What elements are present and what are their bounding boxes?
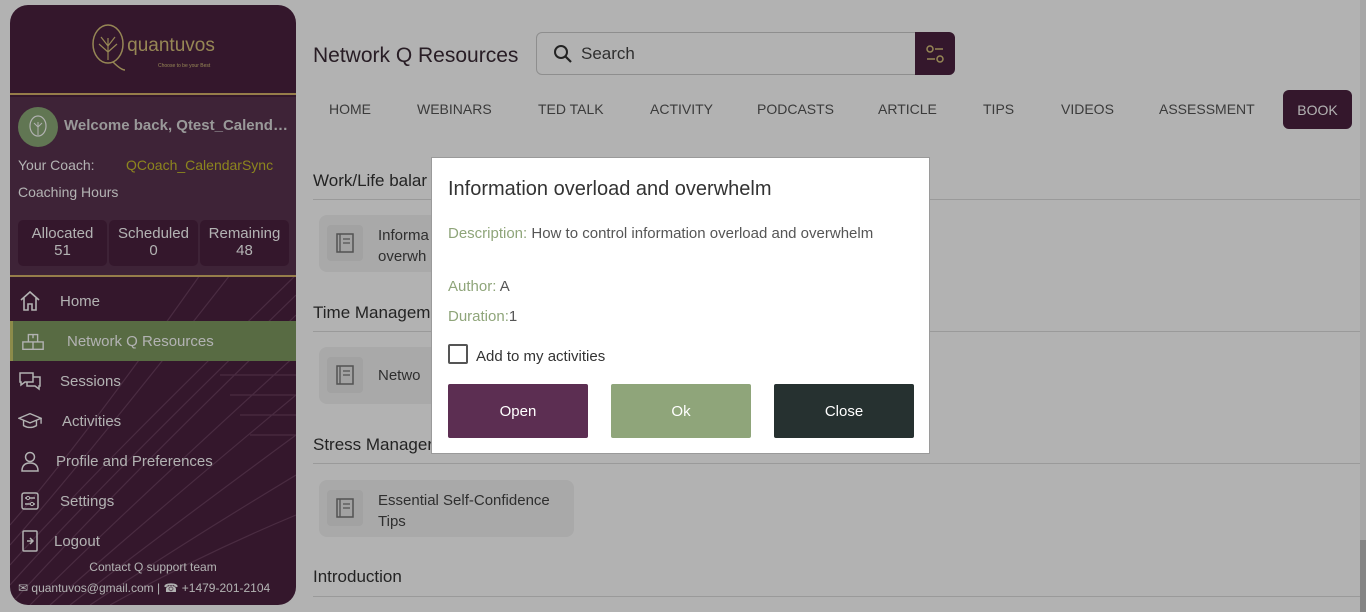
close-button[interactable]: Close: [774, 384, 914, 438]
description-text: How to control information overload and …: [531, 225, 874, 242]
add-to-activities-label[interactable]: Add to my activities: [476, 348, 605, 365]
add-to-activities-checkbox[interactable]: [448, 344, 468, 364]
modal-author: Author: A: [448, 278, 510, 295]
resource-detail-modal: Information overload and overwhelm Descr…: [431, 157, 930, 454]
modal-duration: Duration:1: [448, 308, 517, 325]
duration-label: Duration:: [448, 308, 509, 325]
modal-description: Description: How to control information …: [448, 222, 878, 246]
duration-value: 1: [508, 308, 518, 325]
modal-title: Information overload and overwhelm: [448, 178, 772, 200]
open-button[interactable]: Open: [448, 384, 588, 438]
author-value: A: [499, 278, 510, 295]
description-label: Description:: [448, 225, 528, 242]
ok-button[interactable]: Ok: [611, 384, 751, 438]
author-label: Author:: [448, 278, 497, 295]
